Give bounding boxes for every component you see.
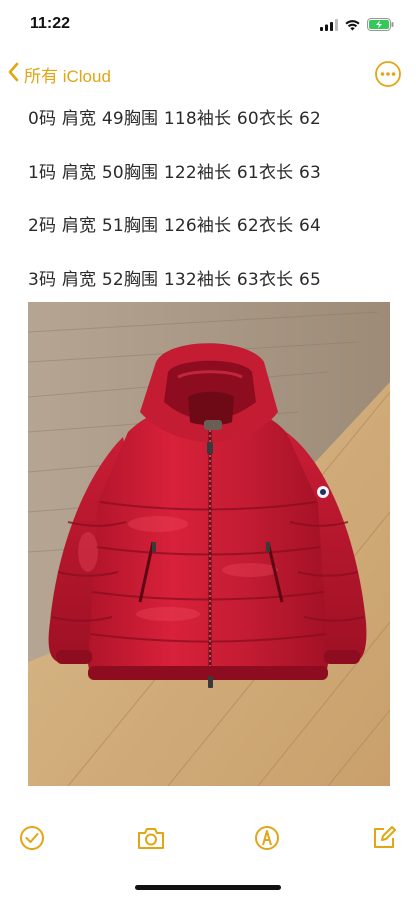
battery-charging-icon xyxy=(367,16,394,35)
nav-bar: 所有 iCloud xyxy=(0,52,416,96)
bottom-toolbar xyxy=(0,816,416,860)
more-options-button[interactable] xyxy=(374,60,402,88)
note-photo[interactable] xyxy=(28,302,390,786)
status-time: 11:22 xyxy=(30,15,71,32)
markup-button[interactable] xyxy=(253,824,281,852)
checklist-button[interactable] xyxy=(18,824,46,852)
cellular-signal-icon xyxy=(320,16,338,35)
back-label: 所有 iCloud xyxy=(24,66,111,86)
note-line-size-2[interactable]: 2码 肩宽 51胸围 126袖长 62衣长 64 xyxy=(28,211,321,236)
note-line-size-0[interactable]: 0码 肩宽 49胸围 118袖长 60衣长 62 xyxy=(28,104,321,129)
note-line-size-1[interactable]: 1码 肩宽 50胸围 122袖长 61衣长 63 xyxy=(28,158,321,183)
wifi-icon xyxy=(344,16,361,35)
checklist-icon xyxy=(18,826,46,856)
compose-button[interactable] xyxy=(370,824,398,852)
home-indicator xyxy=(135,885,281,890)
camera-button[interactable] xyxy=(135,824,167,852)
more-options-icon xyxy=(374,61,402,92)
status-bar: 11:22 xyxy=(0,0,416,52)
back-button[interactable]: 所有 iCloud xyxy=(6,58,111,90)
camera-icon xyxy=(135,828,167,856)
chevron-left-icon xyxy=(6,61,22,87)
compose-icon xyxy=(370,826,398,856)
note-line-size-3[interactable]: 3码 肩宽 52胸围 132袖长 63衣长 65 xyxy=(28,265,321,290)
markup-pen-icon xyxy=(253,826,281,856)
status-icons xyxy=(320,16,394,35)
